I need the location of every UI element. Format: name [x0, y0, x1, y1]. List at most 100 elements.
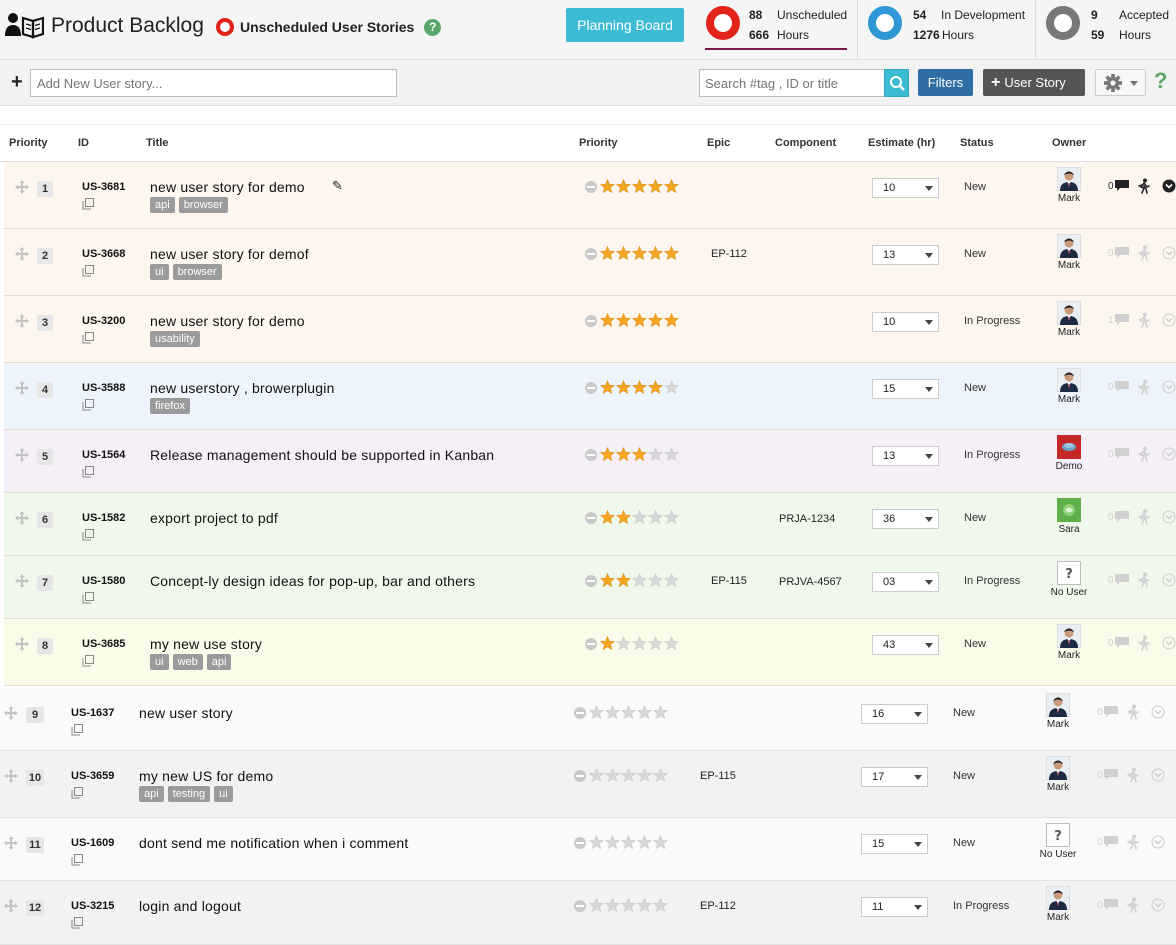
comment-icon[interactable] — [1114, 510, 1130, 524]
owner-cell[interactable]: Mark — [1035, 756, 1081, 793]
comment-icon[interactable] — [1103, 835, 1119, 849]
run-icon[interactable] — [1136, 509, 1152, 525]
tag-badge[interactable]: testing — [167, 786, 211, 802]
run-icon[interactable] — [1125, 834, 1141, 850]
add-user-story-button[interactable]: + User Story — [983, 69, 1085, 96]
priority-stars[interactable] — [584, 313, 680, 328]
expand-chevron-icon[interactable] — [1162, 573, 1176, 587]
owner-cell[interactable]: ? No User — [1046, 561, 1092, 598]
star-filled-icon[interactable] — [632, 179, 647, 194]
run-icon[interactable] — [1136, 446, 1152, 462]
star-filled-icon[interactable] — [632, 246, 647, 261]
tag-badge[interactable]: usability — [150, 331, 200, 347]
owner-cell[interactable]: Mark — [1046, 234, 1092, 271]
star-empty-icon[interactable] — [589, 898, 604, 913]
table-row[interactable]: 6 US-1582 export project to pdf PRJA-1234 36… — [0, 493, 1176, 556]
story-title[interactable]: Release management should be supported i… — [150, 447, 494, 463]
tag-badge[interactable]: ui — [150, 654, 169, 670]
column-epic[interactable]: Epic — [707, 137, 730, 149]
search-input[interactable] — [699, 69, 885, 97]
estimate-select[interactable]: 11 — [861, 897, 928, 917]
drag-handle-icon[interactable] — [14, 380, 30, 396]
table-row[interactable]: 9 US-1637 new user story 16 New Mark 0 — [0, 688, 1176, 751]
table-row[interactable]: 2 US-3668 new user story for demof ui browse… — [0, 229, 1176, 296]
drag-handle-icon[interactable] — [3, 705, 19, 721]
clear-priority-icon[interactable] — [573, 899, 587, 913]
story-id[interactable]: US-3685 — [82, 638, 125, 650]
copy-icon[interactable] — [82, 265, 94, 277]
star-empty-icon[interactable] — [637, 705, 652, 720]
expand-chevron-icon[interactable] — [1162, 246, 1176, 260]
story-id[interactable]: US-1582 — [82, 512, 125, 524]
story-title[interactable]: new user story — [139, 705, 233, 721]
story-title[interactable]: new user story for demo — [150, 313, 305, 329]
clear-priority-icon[interactable] — [584, 448, 598, 462]
estimate-select[interactable]: 17 — [861, 767, 928, 787]
priority-stars[interactable] — [573, 835, 669, 850]
epic-link[interactable]: EP-112 — [700, 900, 736, 912]
star-empty-icon[interactable] — [637, 768, 652, 783]
expand-chevron-icon[interactable] — [1151, 768, 1165, 782]
tag-badge[interactable]: ui — [150, 264, 169, 280]
priority-stars[interactable] — [584, 447, 680, 462]
star-filled-icon[interactable] — [632, 313, 647, 328]
star-filled-icon[interactable] — [616, 573, 631, 588]
star-filled-icon[interactable] — [664, 179, 679, 194]
estimate-select[interactable]: 10 — [872, 178, 939, 198]
comment-icon[interactable] — [1114, 636, 1130, 650]
priority-stars[interactable] — [584, 573, 680, 588]
owner-avatar[interactable] — [1057, 301, 1081, 325]
copy-icon[interactable] — [71, 724, 83, 736]
star-empty-icon[interactable] — [589, 705, 604, 720]
clear-priority-icon[interactable] — [584, 180, 598, 194]
tag-badge[interactable]: web — [172, 654, 203, 670]
clear-priority-icon[interactable] — [584, 574, 598, 588]
clear-priority-icon[interactable] — [573, 706, 587, 720]
owner-cell[interactable]: Mark — [1046, 624, 1092, 661]
story-id[interactable]: US-1637 — [71, 707, 114, 719]
owner-cell[interactable]: Mark — [1035, 886, 1081, 923]
tag-badge[interactable]: browser — [172, 264, 222, 280]
story-id[interactable]: US-1580 — [82, 575, 125, 587]
comment-icon[interactable] — [1114, 573, 1130, 587]
estimate-select[interactable]: 13 — [872, 245, 939, 265]
table-row[interactable]: 7 US-1580 Concept-ly design ideas for pop-… — [0, 556, 1176, 619]
backlog-view-selector[interactable]: Unscheduled User Stories ? — [216, 18, 442, 36]
clear-priority-icon[interactable] — [584, 381, 598, 395]
priority-stars[interactable] — [573, 768, 669, 783]
add-story-plus-icon[interactable]: + — [11, 72, 23, 92]
epic-link[interactable]: EP-115 — [711, 575, 747, 587]
star-filled-icon[interactable] — [616, 447, 631, 462]
clear-priority-icon[interactable] — [584, 247, 598, 261]
table-row[interactable]: 11 US-1609 dont send me notification when … — [0, 818, 1176, 881]
run-icon[interactable] — [1136, 635, 1152, 651]
column-title[interactable]: Title — [146, 137, 168, 149]
owner-avatar[interactable]: ? — [1057, 561, 1081, 585]
estimate-select[interactable]: 03 — [872, 572, 939, 592]
clear-priority-icon[interactable] — [573, 836, 587, 850]
comment-icon[interactable] — [1103, 768, 1119, 782]
story-id[interactable]: US-3588 — [82, 382, 125, 394]
star-filled-icon[interactable] — [632, 380, 647, 395]
owner-avatar[interactable] — [1057, 498, 1081, 522]
run-icon[interactable] — [1136, 178, 1152, 194]
owner-avatar[interactable] — [1057, 624, 1081, 648]
owner-cell[interactable]: Mark — [1035, 693, 1081, 730]
estimate-select[interactable]: 13 — [872, 446, 939, 466]
story-id[interactable]: US-3668 — [82, 248, 125, 260]
new-user-story-input[interactable] — [30, 69, 397, 97]
run-icon[interactable] — [1125, 767, 1141, 783]
star-empty-icon[interactable] — [621, 898, 636, 913]
tag-badge[interactable]: api — [139, 786, 164, 802]
search-button[interactable] — [884, 69, 909, 97]
star-filled-icon[interactable] — [616, 510, 631, 525]
star-filled-icon[interactable] — [664, 246, 679, 261]
star-filled-icon[interactable] — [664, 313, 679, 328]
epic-link[interactable]: EP-115 — [700, 770, 736, 782]
expand-chevron-icon[interactable] — [1162, 510, 1176, 524]
drag-handle-icon[interactable] — [3, 768, 19, 784]
help-icon[interactable]: ? — [424, 18, 442, 36]
clear-priority-icon[interactable] — [584, 511, 598, 525]
table-row[interactable]: 1 US-3681 new user story for demo ✎ api brows… — [0, 162, 1176, 229]
copy-icon[interactable] — [71, 787, 83, 799]
